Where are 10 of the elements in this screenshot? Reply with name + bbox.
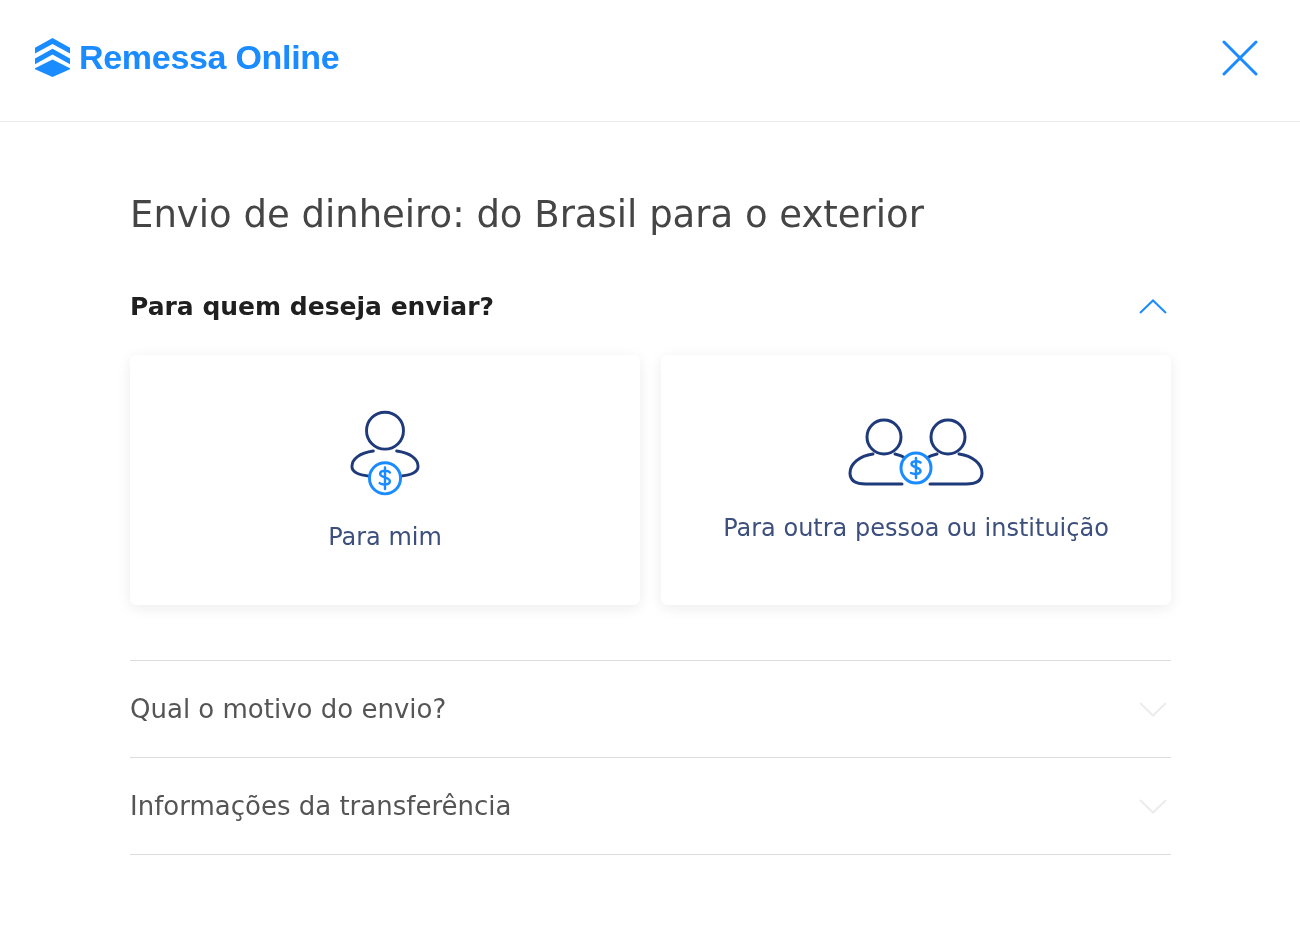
chevron-up-icon [1139, 298, 1167, 314]
recipient-option-card[interactable]: Para mim [130, 355, 640, 605]
person-with-coin-icon [350, 409, 420, 497]
page-title: Envio de dinheiro: do Brasil para o exterior [130, 192, 925, 238]
section-header[interactable]: Para quem deseja enviar? [130, 258, 1171, 354]
two-people-with-coin-icon [848, 418, 984, 488]
brand-name: Remessa Online [79, 38, 340, 77]
close-icon [1222, 39, 1258, 76]
logo-icon [35, 38, 70, 77]
recipient-option-card[interactable]: Para outra pessoa ou instituição [661, 355, 1171, 605]
